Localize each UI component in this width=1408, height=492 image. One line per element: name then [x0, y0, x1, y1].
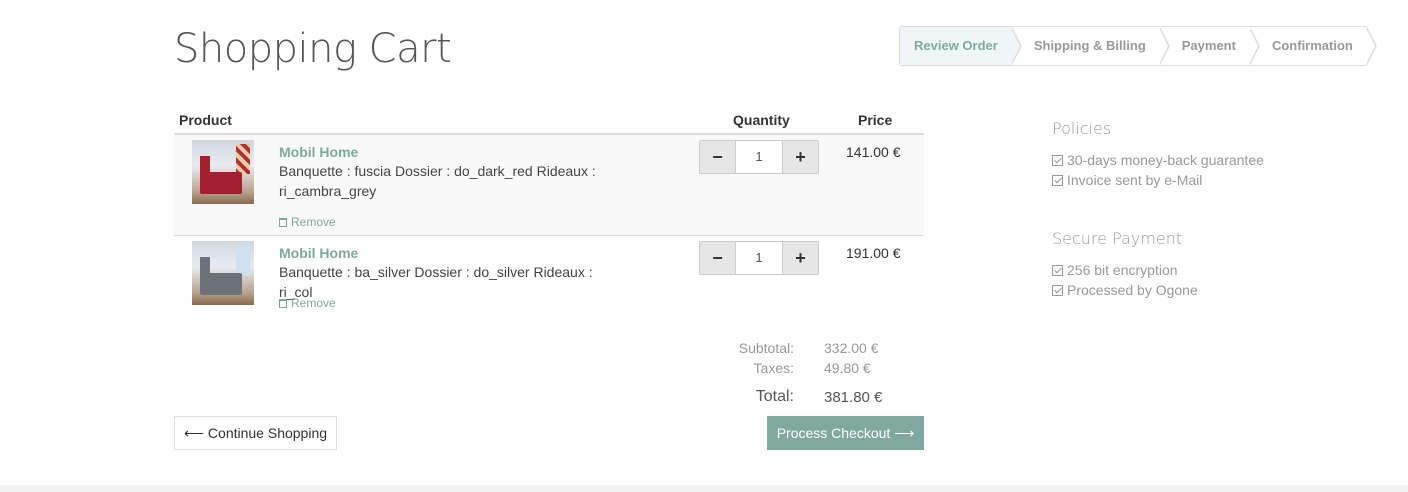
remove-link[interactable]: Remove — [279, 215, 336, 229]
policies-panel: Policies 30-days money-back guarantee In… — [1052, 119, 1352, 190]
increase-quantity-button[interactable]: + — [782, 141, 818, 173]
footer-band — [0, 485, 1408, 492]
product-image[interactable] — [192, 241, 254, 305]
quantity-input[interactable]: 1 — [736, 141, 782, 173]
wizard-step-payment[interactable]: Payment — [1160, 27, 1260, 65]
quantity-input[interactable]: 1 — [736, 242, 782, 274]
policy-item: Invoice sent by e-Mail — [1052, 170, 1352, 190]
quantity-stepper: − 1 + — [699, 241, 819, 275]
payment-text: Processed by Ogone — [1067, 282, 1198, 298]
continue-shopping-button[interactable]: ⟵ Continue Shopping — [174, 416, 337, 450]
product-image[interactable] — [192, 140, 254, 204]
wizard-step-label: Payment — [1181, 38, 1236, 53]
process-checkout-button[interactable]: Process Checkout ⟶ — [767, 416, 924, 450]
cart-row: Mobil Home Banquette : ba_silver Dossier… — [174, 236, 924, 318]
wizard-step-label: Confirmation — [1271, 38, 1353, 53]
policy-text: 30-days money-back guarantee — [1067, 152, 1264, 168]
wizard-step-shipping-billing[interactable]: Shipping & Billing — [1012, 27, 1170, 65]
checkbox-icon — [1052, 285, 1063, 296]
header-price: Price — [858, 112, 893, 128]
taxes-label: Taxes: — [753, 360, 794, 376]
cart-table: Product Quantity Price Mobil Home Banque… — [174, 104, 924, 318]
trash-icon — [279, 218, 287, 227]
policies-title: Policies — [1052, 119, 1112, 138]
total-value: 381.80 € — [824, 389, 883, 406]
subtotal-value: 332.00 € — [824, 340, 879, 356]
checkout-wizard: Review Order Shipping & Billing Payment … — [899, 26, 1377, 66]
decrease-quantity-button[interactable]: − — [700, 141, 736, 173]
wizard-step-review-order[interactable]: Review Order — [900, 27, 1022, 65]
item-price: 191.00 € — [846, 245, 901, 261]
checkbox-icon — [1052, 175, 1063, 186]
remove-label: Remove — [291, 215, 336, 229]
header-quantity: Quantity — [733, 112, 790, 128]
policy-text: Invoice sent by e-Mail — [1067, 172, 1203, 188]
cart-table-header: Product Quantity Price — [174, 104, 924, 135]
subtotal-label: Subtotal: — [738, 340, 794, 356]
item-price: 141.00 € — [846, 144, 901, 160]
secure-payment-panel: Secure Payment 256 bit encryption Proces… — [1052, 229, 1352, 300]
payment-item: 256 bit encryption — [1052, 260, 1352, 280]
wizard-step-label: Review Order — [914, 38, 998, 53]
total-label: Total: — [755, 388, 794, 405]
policy-item: 30-days money-back guarantee — [1052, 150, 1352, 170]
product-name-link[interactable]: Mobil Home — [279, 245, 358, 261]
cart-row: Mobil Home Banquette : fuscia Dossier : … — [174, 135, 924, 236]
wizard-step-label: Shipping & Billing — [1033, 38, 1146, 53]
quantity-stepper: − 1 + — [699, 140, 819, 174]
wizard-step-confirmation[interactable]: Confirmation — [1250, 27, 1377, 65]
secure-payment-title: Secure Payment — [1052, 229, 1183, 248]
increase-quantity-button[interactable]: + — [782, 242, 818, 274]
taxes-value: 49.80 € — [824, 360, 871, 376]
checkbox-icon — [1052, 155, 1063, 166]
remove-label: Remove — [291, 296, 336, 310]
payment-text: 256 bit encryption — [1067, 262, 1178, 278]
product-description: Banquette : fuscia Dossier : do_dark_red… — [279, 163, 596, 199]
page-title: Shopping Cart — [174, 26, 452, 72]
checkbox-icon — [1052, 265, 1063, 276]
trash-icon — [279, 299, 287, 308]
remove-link[interactable]: Remove — [279, 296, 336, 310]
product-name-link[interactable]: Mobil Home — [279, 144, 358, 160]
decrease-quantity-button[interactable]: − — [700, 242, 736, 274]
payment-item: Processed by Ogone — [1052, 280, 1352, 300]
header-product: Product — [179, 112, 232, 128]
